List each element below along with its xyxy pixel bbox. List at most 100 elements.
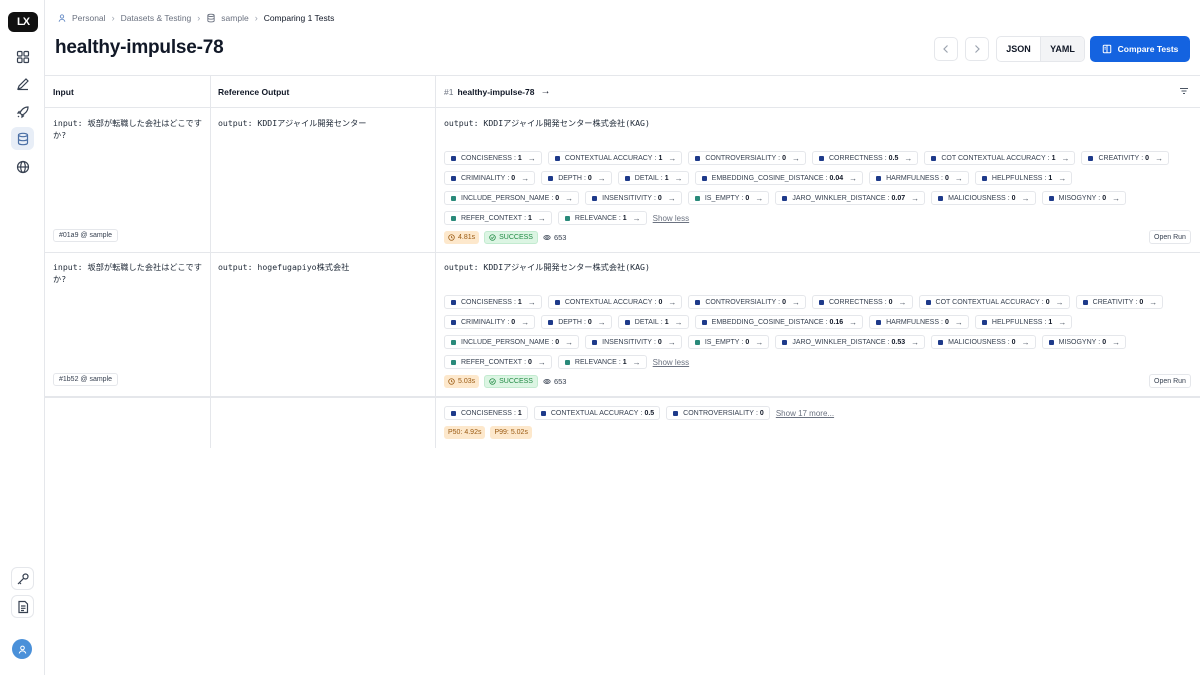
next-button[interactable]	[965, 37, 989, 61]
feedback-chip[interactable]: DEPTH :0 →	[541, 171, 612, 185]
feedback-chip[interactable]: REFER_CONTEXT :0 →	[444, 355, 552, 369]
feedback-chip[interactable]: EMBEDDING_COSINE_DISTANCE :0.16 →	[694, 315, 864, 329]
feedback-chip[interactable]: DEPTH :0 →	[541, 315, 612, 329]
chevron-right-icon	[975, 45, 980, 53]
metric-value: 1	[517, 298, 522, 306]
feedback-chip[interactable]: CREATIVITY :0 →	[1081, 151, 1170, 165]
feedback-chip[interactable]: CRIMINALITY :0 →	[444, 171, 536, 185]
arrow-right-icon: →	[521, 173, 530, 183]
pencil-icon[interactable]	[11, 72, 34, 95]
feedback-chip[interactable]: CONCISENESS :1 →	[444, 151, 542, 165]
metric-separator: :	[513, 154, 516, 162]
check-circle-icon	[489, 378, 496, 385]
metric-value: 0	[1145, 154, 1150, 162]
metric-label: RELEVANCE	[574, 214, 617, 222]
metric-color-swatch	[451, 175, 456, 181]
app-logo[interactable]: LX	[8, 12, 38, 32]
feedback-chip[interactable]: JARO_WINKLER_DISTANCE :0.07 →	[775, 191, 926, 205]
show-more-link[interactable]: Show 17 more...	[776, 406, 834, 420]
feedback-chip[interactable]: COT CONTEXTUAL ACCURACY :1 →	[924, 151, 1076, 165]
feedback-chip[interactable]: HARMFULNESS :0 →	[869, 171, 969, 185]
feedback-chip[interactable]: RELEVANCE :1 →	[557, 211, 647, 225]
feedback-chip[interactable]: INSENSITIVITY :0 →	[585, 335, 682, 349]
feedback-chip[interactable]: CRIMINALITY :0 →	[444, 315, 536, 329]
column-header-run[interactable]: #1 healthy-impulse-78 →	[444, 76, 550, 107]
json-button[interactable]: JSON	[997, 37, 1040, 61]
feedback-chip[interactable]: MALICIOUSNESS :0 →	[931, 335, 1036, 349]
metric-separator: :	[1007, 194, 1010, 202]
feedback-chip[interactable]: INSENSITIVITY :0 →	[585, 191, 682, 205]
filter-icon[interactable]	[1179, 86, 1189, 96]
row-1-example-ref[interactable]: #01a9 @ sample	[53, 229, 119, 242]
arrow-right-icon: →	[1021, 193, 1030, 203]
feedback-chip[interactable]: INCLUDE_PERSON_NAME :0 →	[444, 191, 580, 205]
metric-color-swatch	[695, 155, 701, 161]
row-2-output: output: KDDIアジャイル開発センター株式会社(KAG)	[444, 262, 650, 272]
globe-icon[interactable]	[11, 155, 34, 178]
feedback-chip[interactable]: MISOGYNY :0 →	[1041, 335, 1127, 349]
previous-button[interactable]	[934, 37, 958, 61]
feedback-chip[interactable]: CORRECTNESS :0.5 →	[812, 151, 919, 165]
feedback-chip[interactable]: CONTROVERSIALITY :0 →	[688, 151, 806, 165]
metric-value: 0	[511, 174, 516, 182]
page-title: healthy-impulse-78	[55, 37, 224, 58]
feedback-chip[interactable]: CREATIVITY :0 →	[1075, 295, 1164, 309]
metric-value: 0	[1011, 194, 1016, 202]
feedback-chip[interactable]: HELPFULNESS :1 →	[974, 171, 1073, 185]
show-less-link[interactable]: Show less	[653, 355, 689, 369]
document-icon[interactable]	[11, 595, 34, 618]
metric-value: 0	[745, 194, 750, 202]
feedback-chip[interactable]: HELPFULNESS :1 →	[974, 315, 1073, 329]
feedback-chip[interactable]: DETAIL :1 →	[617, 315, 689, 329]
row-2-example-ref[interactable]: #1b52 @ sample	[53, 373, 119, 386]
feedback-chip[interactable]: RELEVANCE :1 →	[557, 355, 647, 369]
feedback-chip[interactable]: JARO_WINKLER_DISTANCE :0.53 →	[775, 335, 926, 349]
arrow-right-icon: →	[1058, 317, 1067, 327]
feedback-chip[interactable]: CONTEXTUAL ACCURACY :0.5	[533, 406, 661, 420]
feedback-chip[interactable]: COT CONTEXTUAL ACCURACY :0 →	[918, 295, 1070, 309]
metric-label: HELPFULNESS	[991, 174, 1043, 182]
row-1-reference: output: KDDIアジャイル開発センター	[218, 118, 367, 128]
feedback-chip[interactable]: MISOGYNY :0 →	[1041, 191, 1127, 205]
metric-color-swatch	[451, 339, 456, 345]
rocket-icon[interactable]	[11, 100, 34, 123]
feedback-chip[interactable]: INCLUDE_PERSON_NAME :0 →	[444, 335, 580, 349]
open-run-button[interactable]: Open Run	[1149, 374, 1191, 388]
metric-label: CONTROVERSIALITY	[683, 409, 754, 417]
token-value: 653	[553, 377, 567, 386]
metric-label: EMBEDDING_COSINE_DISTANCE	[711, 174, 824, 182]
key-icon[interactable]	[11, 567, 34, 590]
breadcrumb-item-personal[interactable]: Personal	[72, 13, 106, 23]
feedback-chip[interactable]: HARMFULNESS :0 →	[869, 315, 969, 329]
feedback-chip[interactable]: CONCISENESS :1 →	[444, 295, 542, 309]
feedback-chip[interactable]: CONTROVERSIALITY :0 →	[688, 295, 806, 309]
breadcrumb-item-datasets[interactable]: Datasets & Testing	[121, 13, 192, 23]
breadcrumb-item-sample[interactable]: sample	[221, 13, 248, 23]
feedback-chip[interactable]: CONTEXTUAL ACCURACY :0 →	[547, 295, 683, 309]
feedback-chip[interactable]: CONCISENESS :1	[444, 406, 528, 420]
show-less-link[interactable]: Show less	[653, 211, 689, 225]
feedback-chip[interactable]: IS_EMPTY :0 →	[687, 191, 770, 205]
user-icon	[58, 14, 66, 22]
feedback-chip[interactable]: CONTEXTUAL ACCURACY :1 →	[547, 151, 683, 165]
feedback-chip[interactable]: EMBEDDING_COSINE_DISTANCE :0.04 →	[694, 171, 864, 185]
yaml-button[interactable]: YAML	[1040, 37, 1084, 61]
metric-color-swatch	[592, 195, 598, 201]
arrow-right-icon: →	[1155, 153, 1164, 163]
compare-tests-button[interactable]: Compare Tests	[1090, 36, 1190, 62]
feedback-chip[interactable]: CONTROVERSIALITY :0	[666, 406, 770, 420]
feedback-chip[interactable]: MALICIOUSNESS :0 →	[931, 191, 1036, 205]
feedback-chip[interactable]: CORRECTNESS :0 →	[812, 295, 913, 309]
metric-separator: :	[1044, 318, 1047, 326]
grid-icon[interactable]	[11, 45, 34, 68]
clock-icon	[448, 378, 455, 385]
feedback-chip[interactable]: IS_EMPTY :0 →	[687, 335, 770, 349]
app-root: LX Personal › Datasets & Testing › sampl…	[0, 0, 1200, 675]
arrow-right-icon: →	[954, 317, 963, 327]
feedback-chip[interactable]: REFER_CONTEXT :1 →	[444, 211, 552, 225]
metric-color-swatch	[451, 410, 456, 416]
database-icon[interactable]	[11, 127, 34, 150]
open-run-button[interactable]: Open Run	[1149, 230, 1191, 244]
feedback-chip[interactable]: DETAIL :1 →	[617, 171, 689, 185]
user-avatar[interactable]	[12, 639, 32, 659]
